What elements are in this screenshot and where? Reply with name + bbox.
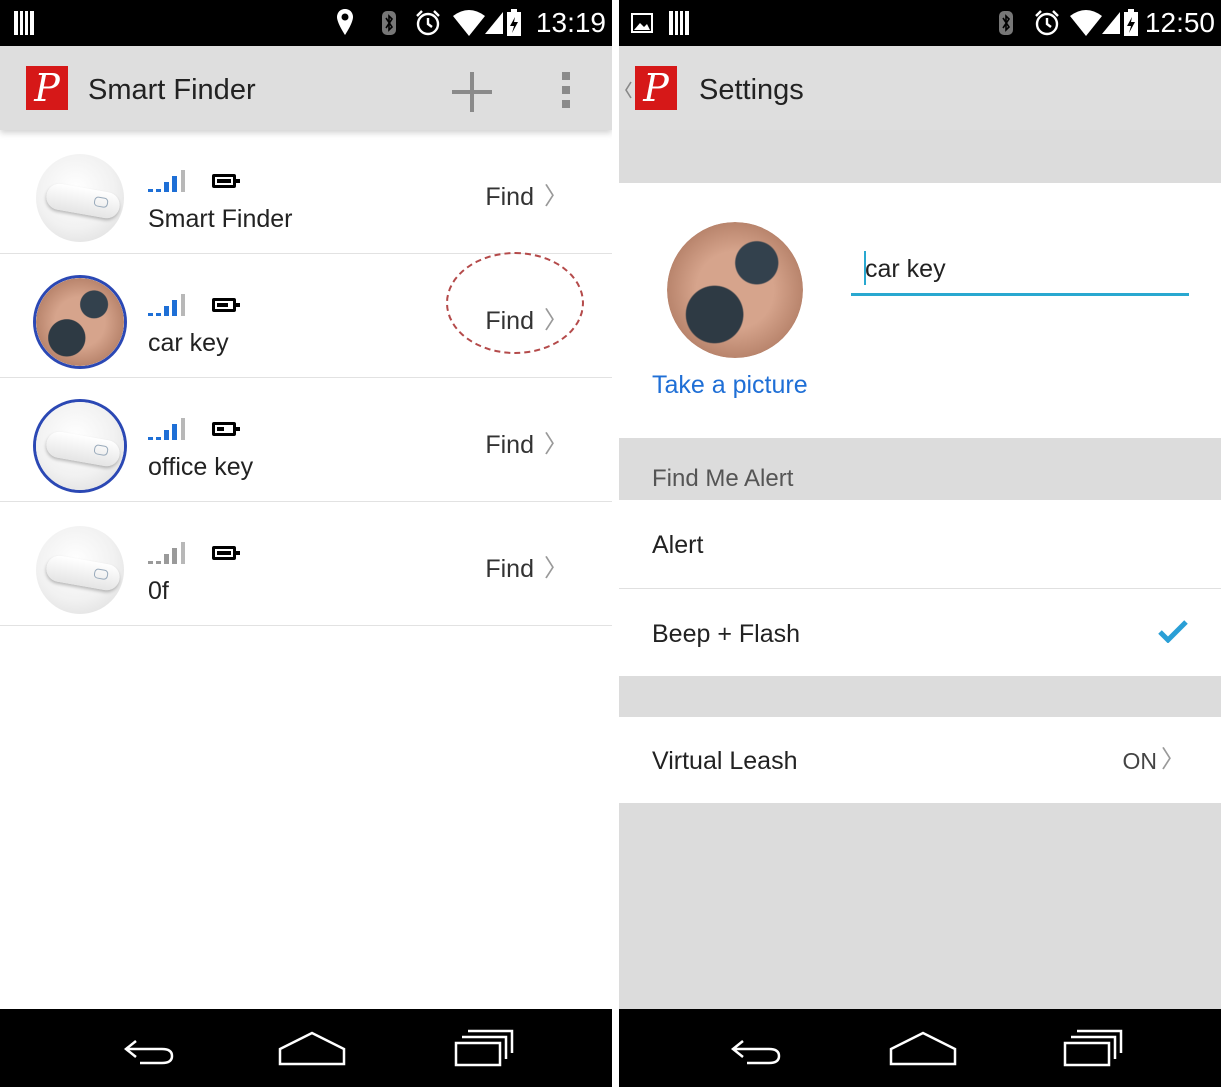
device-row[interactable]: Smart Finder Find 〉	[0, 130, 612, 254]
recent-apps-button[interactable]	[1055, 1021, 1135, 1075]
more-vert-icon[interactable]	[556, 70, 576, 110]
chevron-right-icon: 〉	[544, 431, 568, 458]
smart-finder-screen: 13:19 P Smart Finder Smart Finder Find 〉 ca…	[0, 0, 612, 1087]
bluetooth-icon	[999, 11, 1013, 35]
battery-icon	[212, 422, 240, 436]
virtual-leash-value: ON	[1122, 748, 1158, 774]
alert-label: Alert	[652, 531, 704, 559]
alert-row[interactable]: Alert	[619, 500, 1221, 589]
action-bar: P Settings	[619, 46, 1221, 130]
add-device-button[interactable]	[450, 70, 494, 114]
location-icon	[337, 9, 353, 35]
highlight-annotation	[446, 252, 584, 354]
take-picture-link[interactable]: Take a picture	[652, 370, 808, 400]
status-time: 12:50	[1144, 7, 1215, 38]
battery-charging-icon	[507, 9, 521, 36]
settings-screen: 12:50 P Settings Take a picture Find Me …	[619, 0, 1221, 1087]
app-logo[interactable]: P	[26, 66, 68, 110]
finder-device-image	[44, 553, 122, 593]
spacer-band	[619, 676, 1221, 717]
status-time: 13:19	[535, 7, 606, 38]
cell-signal-icon	[1102, 12, 1120, 34]
device-avatar	[36, 402, 124, 490]
beep-flash-row[interactable]: Beep + Flash	[619, 589, 1221, 677]
device-avatar	[36, 526, 124, 614]
signal-strength-icon	[148, 170, 185, 192]
home-button[interactable]	[272, 1021, 352, 1075]
signal-strength-icon	[148, 294, 185, 316]
page-title: Settings	[699, 74, 804, 106]
sim-card-icon	[669, 11, 689, 35]
bluetooth-icon	[382, 11, 396, 35]
finder-device-image	[44, 181, 122, 221]
find-button[interactable]: Find	[485, 430, 534, 460]
device-row[interactable]: 0f Find 〉	[0, 502, 612, 626]
device-photo[interactable]	[667, 222, 803, 358]
beep-flash-label: Beep + Flash	[652, 620, 801, 648]
home-button[interactable]	[883, 1021, 963, 1075]
find-button[interactable]: Find	[485, 182, 534, 212]
device-row[interactable]: office key Find 〉	[0, 378, 612, 502]
app-logo[interactable]: P	[635, 66, 677, 110]
battery-icon	[212, 298, 240, 312]
back-button[interactable]	[110, 1021, 190, 1075]
alarm-icon	[1035, 10, 1059, 36]
sim-card-icon	[14, 11, 34, 35]
virtual-leash-label: Virtual Leash	[652, 747, 798, 775]
signal-strength-icon	[148, 418, 185, 440]
device-name: office key	[148, 453, 254, 481]
image-notification-icon	[631, 13, 653, 33]
empty-area	[619, 803, 1221, 1009]
device-avatar	[36, 154, 124, 242]
find-me-header-band: Find Me Alert	[619, 438, 1221, 500]
screen-divider	[612, 0, 619, 1087]
page-title: Smart Finder	[88, 74, 256, 106]
device-name: 0f	[148, 577, 169, 605]
back-button[interactable]	[717, 1021, 797, 1075]
signal-strength-icon	[148, 542, 185, 564]
chevron-right-icon: 〉	[1161, 746, 1185, 773]
key-photo	[36, 278, 124, 366]
chevron-right-icon: 〉	[544, 183, 568, 210]
action-bar: P Smart Finder	[0, 46, 612, 130]
alarm-icon	[416, 10, 440, 36]
battery-icon	[212, 546, 240, 560]
status-bar: 12:50	[619, 0, 1221, 46]
up-caret-icon[interactable]	[623, 80, 633, 100]
spacer-band	[619, 130, 1221, 183]
device-name: car key	[148, 329, 229, 357]
virtual-leash-row[interactable]: Virtual Leash ON 〉	[619, 717, 1221, 804]
find-me-alert-header: Find Me Alert	[652, 465, 794, 492]
navigation-bar	[0, 1009, 612, 1087]
checkmark-icon[interactable]	[1157, 619, 1189, 643]
battery-charging-icon	[1124, 9, 1138, 36]
status-bar: 13:19	[0, 0, 612, 46]
device-name: Smart Finder	[148, 205, 293, 233]
battery-icon	[212, 174, 240, 188]
find-button[interactable]: Find	[485, 554, 534, 584]
navigation-bar	[619, 1009, 1221, 1087]
device-avatar	[36, 278, 124, 366]
wifi-icon	[453, 10, 485, 36]
finder-device-image	[44, 429, 122, 469]
wifi-icon	[1070, 10, 1102, 36]
cell-signal-icon	[485, 12, 503, 34]
device-name-input[interactable]	[851, 252, 1189, 296]
text-cursor	[864, 251, 866, 285]
chevron-right-icon: 〉	[544, 555, 568, 582]
recent-apps-button[interactable]	[446, 1021, 526, 1075]
